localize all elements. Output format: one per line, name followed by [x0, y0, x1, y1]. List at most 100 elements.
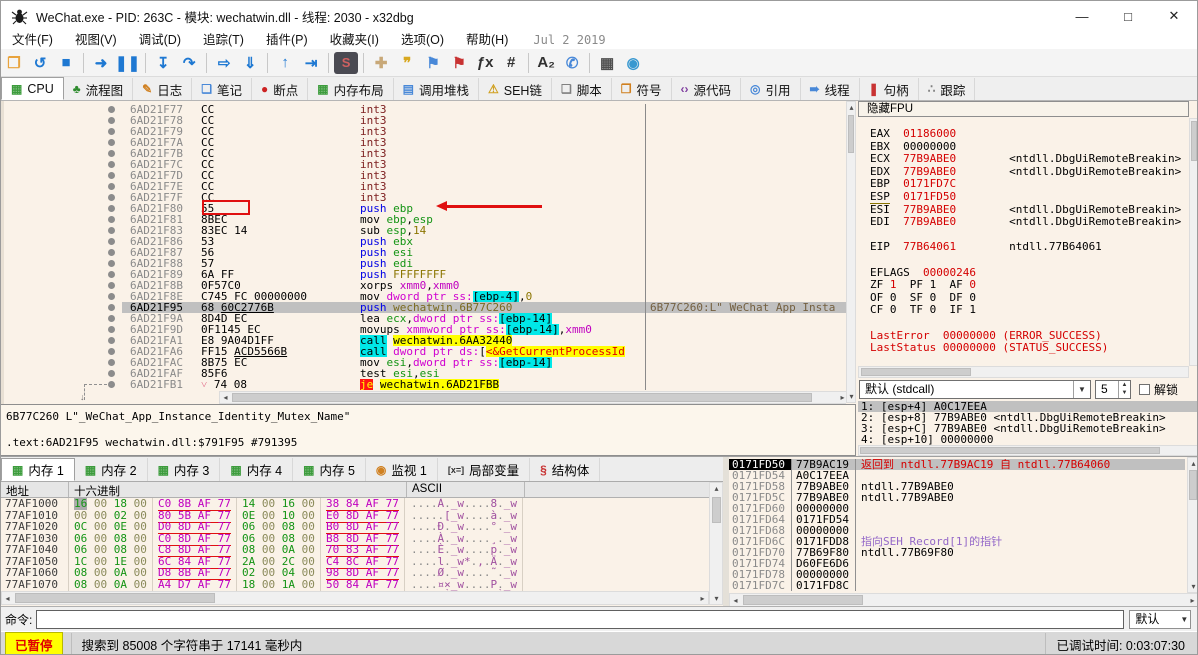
hide-fpu-button[interactable]: 隐藏FPU [858, 101, 1189, 117]
tab-threads[interactable]: ➠ 线程 [801, 78, 860, 100]
bookmarks-icon[interactable]: ⚑ [447, 51, 471, 75]
instruction-dot-icon[interactable] [108, 370, 115, 377]
disasm-row[interactable]: 6AD21F8B 0F57C0 xorps xmm0,xmm0 [4, 280, 846, 291]
calling-convention-select[interactable]: 默认 (stdcall) ▼ [859, 380, 1091, 399]
dump-vertical-scrollbar[interactable]: ▴ ▾ [709, 482, 723, 605]
disasm-row[interactable]: 6AD21F78 CC int3 [4, 115, 846, 126]
run-to-selection-icon[interactable]: ↑ [273, 51, 297, 75]
tab-symbols[interactable]: ❒ 符号 [612, 78, 672, 100]
disasm-row[interactable]: 6AD21F7E CC int3 [4, 181, 846, 192]
disasm-row[interactable]: 6AD21F9A 8D4D EC lea ecx,dword ptr ss:[ebp… [4, 313, 846, 324]
menu-item-t[interactable]: 追踪(T) [192, 33, 255, 47]
tab-handles[interactable]: ❚ 句柄 [860, 78, 919, 100]
register-row[interactable] [870, 355, 1189, 366]
disasm-row[interactable]: 6AD21F7B CC int3 [4, 148, 846, 159]
tab-locals[interactable]: [x=] 局部变量 [438, 458, 531, 481]
step-into-icon[interactable]: ↧ [151, 51, 175, 75]
disasm-row[interactable]: 6AD21F7A CC int3 [4, 137, 846, 148]
tab-dump-2[interactable]: ▦ 内存 2 [75, 458, 148, 481]
disasm-row[interactable]: 6AD21F87 56 push esi [4, 247, 846, 258]
tab-graph[interactable]: ♣ 流程图 [64, 78, 134, 100]
disasm-row[interactable]: 6AD21F95 68 60C2776B push wechatwin.6B77C2… [4, 302, 846, 313]
tab-struct[interactable]: § 结构体 [530, 458, 601, 481]
disasm-row[interactable]: 6AD21F88 57 push edi [4, 258, 846, 269]
stepper-arrows-icon[interactable]: ▲ ▼ [1118, 381, 1130, 398]
tab-source[interactable]: ‹› 源代码 [672, 78, 742, 100]
tab-dump-4[interactable]: ▦ 内存 4 [220, 458, 294, 481]
tab-dump-5[interactable]: ▦ 内存 5 [293, 458, 366, 481]
instruction-dot-icon[interactable] [108, 238, 115, 245]
instruction-dot-icon[interactable] [108, 183, 115, 190]
column-hex[interactable]: 十六进制 [69, 482, 407, 498]
tab-dump-3[interactable]: ▦ 内存 3 [148, 458, 221, 481]
stop-icon[interactable]: ■ [54, 51, 78, 75]
disasm-row[interactable]: 6AD21F77 CC int3 [4, 104, 846, 115]
snowman-icon[interactable]: # [499, 51, 523, 75]
instruction-dot-icon[interactable] [108, 117, 115, 124]
tab-notes[interactable]: ❏ 笔记 [192, 78, 252, 100]
disasm-row[interactable]: 6AD21F8E C745 FC 00000000 mov dword ptr ss… [4, 291, 846, 302]
menu-item-p[interactable]: 插件(P) [255, 33, 319, 47]
disasm-row[interactable]: 6AD21FA6 FF15 ACD5566B call dword ptr ds:[… [4, 346, 846, 357]
disasm-row[interactable]: 6AD21F81 8BEC mov ebp,esp [4, 214, 846, 225]
registers-vertical-scrollbar[interactable] [1189, 118, 1197, 366]
run-icon[interactable]: ➜ [89, 51, 113, 75]
register-row[interactable]: EDI 77B9ABE0 <ntdll.DbgUiRemoteBreakin> [870, 215, 1189, 229]
labels-icon[interactable]: ⚑ [421, 51, 445, 75]
menu-item-h[interactable]: 帮助(H) [455, 33, 519, 47]
modules-icon[interactable]: ✆ [560, 51, 584, 75]
restart-icon[interactable]: ↺ [28, 51, 52, 75]
tab-log[interactable]: ✎ 日志 [133, 78, 193, 100]
column-address[interactable]: 地址 [1, 482, 69, 498]
tab-seh[interactable]: ⚠ SEH链 [479, 78, 552, 100]
registers-horizontal-scrollbar[interactable] [858, 366, 1189, 378]
instruction-dot-icon[interactable] [108, 293, 115, 300]
instruction-dot-icon[interactable] [108, 139, 115, 146]
tab-call-stack[interactable]: ▤ 调用堆栈 [394, 78, 479, 100]
instruction-dot-icon[interactable] [108, 359, 115, 366]
stack-vertical-scrollbar[interactable]: ▴ ▾ [1187, 457, 1197, 593]
menu-item-f[interactable]: 文件(F) [1, 33, 64, 47]
maximize-button[interactable]: □ [1105, 1, 1151, 31]
dump-rows[interactable]: 77AF1000 16 00 18 00 C0 8B AF 77 14 00 16 0… [1, 498, 709, 591]
instruction-dot-icon[interactable] [108, 326, 115, 333]
tab-script[interactable]: ❏ 脚本 [552, 78, 612, 100]
calculator-icon[interactable]: ▦ [595, 51, 619, 75]
disasm-row[interactable]: 6AD21F9D 0F1145 EC movups xmmword ptr ss:[… [4, 324, 846, 335]
step-over-icon[interactable]: ↷ [177, 51, 201, 75]
menu-item-v[interactable]: 视图(V) [64, 33, 128, 47]
stack-row[interactable]: 0171FD7C 0171FD8C [729, 580, 1185, 591]
disasm-row[interactable]: 6AD21FAF 85F6 test esi,esi [4, 368, 846, 379]
strings-icon[interactable]: A₂ [534, 51, 558, 75]
instruction-dot-icon[interactable] [108, 227, 115, 234]
disasm-vertical-scrollbar[interactable]: ▴ ▾ [846, 101, 856, 403]
scylla-icon[interactable]: S [334, 51, 359, 74]
disasm-row[interactable]: 6AD21F89 6A FF push FFFFFFFF [4, 269, 846, 280]
instruction-dot-icon[interactable] [108, 106, 115, 113]
register-row[interactable]: CF 0 TF 0 IF 1 [870, 304, 1189, 317]
patches-icon[interactable]: ✚ [369, 51, 393, 75]
stack-rows[interactable]: 0171FD50 77B9AC19 返回到 ntdll.77B9AC19 自 ntd… [729, 459, 1185, 591]
instruction-dot-icon[interactable] [108, 337, 115, 344]
chevron-down-icon[interactable]: ▼ [1073, 381, 1090, 398]
instruction-dot-icon[interactable] [108, 205, 115, 212]
register-row[interactable]: LastStatus 00000000 (STATUS_SUCCESS) [870, 341, 1189, 355]
instruction-dot-icon[interactable] [108, 194, 115, 201]
tab-cpu[interactable]: ▦ CPU [1, 77, 64, 100]
run-to-user-code-icon[interactable]: ⇥ [299, 51, 323, 75]
disasm-row[interactable]: 6AD21FB1 ˅ 74 08 je wechatwin.6AD21FBB [4, 379, 846, 390]
registers-list[interactable]: EAX 01186000 EBX 00000000 ECX 77B9ABE0 <nt… [858, 118, 1189, 366]
minimize-button[interactable]: — [1059, 1, 1105, 31]
close-button[interactable]: ✕ [1151, 1, 1197, 31]
tab-trace[interactable]: ∴ 跟踪 [919, 78, 976, 100]
open-file-icon[interactable]: ❐ [2, 51, 26, 75]
instruction-dot-icon[interactable] [108, 172, 115, 179]
disasm-row[interactable]: 6AD21F7D CC int3 [4, 170, 846, 181]
preferences-globe-icon[interactable]: ◉ [621, 51, 645, 75]
disasm-row[interactable]: 6AD21FA1 E8 9A04D1FF call wechatwin.6AA324… [4, 335, 846, 346]
register-row[interactable]: EIP 77B64061 ntdll.77B64061 [870, 241, 1189, 254]
disasm-row[interactable]: 6AD21F7F CC int3 [4, 192, 846, 203]
instruction-dot-icon[interactable] [108, 260, 115, 267]
execute-till-return-icon[interactable]: ⇨ [212, 51, 236, 75]
tab-memory-map[interactable]: ▦ 内存布局 [308, 78, 394, 100]
